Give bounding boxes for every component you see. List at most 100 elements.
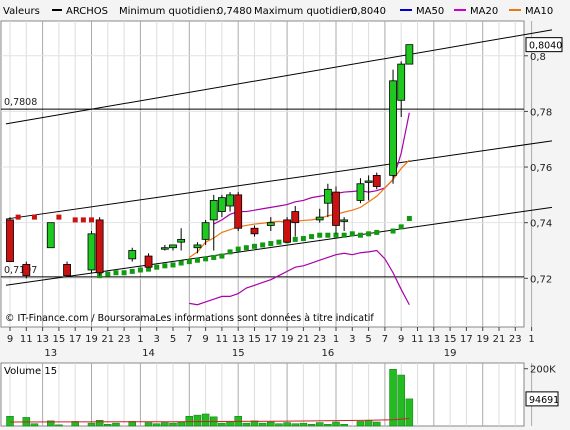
volume-bar	[193, 414, 202, 427]
volume-bar	[161, 422, 169, 427]
volume-bar	[315, 422, 324, 427]
candle-body	[209, 200, 218, 221]
candle-body	[315, 216, 324, 221]
x-tick-label: 17	[460, 334, 473, 345]
candle-body	[177, 238, 186, 243]
candle-body	[266, 222, 275, 226]
candle-body	[160, 247, 169, 250]
candle-body	[169, 244, 177, 249]
candle-body	[364, 180, 373, 183]
x-tick-label: 17	[264, 334, 277, 345]
volume-bar	[152, 423, 161, 427]
min-label: Minimum quotidien:	[119, 6, 219, 17]
volume-bar	[226, 421, 234, 427]
ma50-marker	[121, 270, 127, 276]
y-axis: 0,72 0,74 0,76 0,78 0,80,8040 200K 94691	[524, 37, 563, 407]
source-watermark: © IT-Finance.com / BoursoramaLes informa…	[5, 313, 374, 324]
candle-body	[22, 264, 31, 276]
volume-bar	[258, 422, 267, 427]
ma50-legend-label: MA50	[416, 6, 444, 17]
x-tick-label: 23	[118, 334, 131, 345]
ma50-marker	[235, 246, 241, 252]
ma50-marker	[260, 242, 266, 248]
ma50-marker	[194, 257, 200, 263]
ma50-marker	[186, 259, 192, 265]
volume-bar	[324, 424, 332, 427]
x-tick-label: 7	[186, 334, 192, 345]
candle-body	[291, 211, 300, 224]
volume-y-tick-label: 200K	[530, 365, 556, 376]
x-tick-label: 15	[53, 334, 66, 345]
x-tick-label: 11	[216, 334, 229, 345]
ma50-marker	[268, 241, 274, 247]
candle-body	[356, 183, 365, 201]
x-day-label: 15	[232, 348, 245, 359]
volume-bar	[201, 413, 210, 427]
price-chart: 0,78080,7197 0,720,740,760,780,80,804020…	[0, 6, 563, 427]
x-tick-label: 1	[333, 334, 339, 345]
candle-body	[128, 250, 137, 260]
ma50-marker	[129, 268, 135, 274]
candle-body	[63, 264, 71, 276]
ma50-marker	[137, 267, 143, 273]
x-tick-label: 21	[101, 334, 114, 345]
ma50-marker	[219, 253, 225, 259]
x-tick-label: 15	[248, 334, 261, 345]
ma50-marker	[203, 256, 209, 262]
x-tick-label: 19	[281, 334, 294, 345]
volume-bar	[169, 422, 177, 427]
ma50-marker	[211, 254, 217, 260]
ma50-marker	[162, 263, 168, 269]
volume-bar	[397, 374, 405, 427]
ma50-marker	[113, 270, 119, 276]
ma50-marker	[341, 232, 347, 238]
candle-body	[234, 194, 243, 229]
candle-body	[332, 191, 340, 226]
x-tick-label: 7	[382, 334, 388, 345]
candle-body	[226, 194, 234, 207]
volume-title: Volume 15	[4, 366, 57, 377]
ma10-legend-label: MA10	[525, 6, 553, 17]
volume-bar	[55, 424, 63, 427]
x-tick-label: 9	[7, 334, 13, 345]
y-tick-label: 0,76	[530, 163, 552, 174]
ma50-marker	[300, 236, 306, 242]
ma50-marker	[349, 231, 355, 237]
volume-bar	[242, 422, 251, 427]
ma50-marker	[357, 232, 363, 238]
volume-bar	[144, 422, 153, 427]
red-marker	[56, 214, 62, 220]
candle-body	[323, 188, 332, 204]
x-tick-label: 9	[398, 334, 404, 345]
y-tick-label: 0,72	[530, 274, 552, 285]
x-tick-label: 19	[85, 334, 98, 345]
y-tick-label: 0,78	[530, 107, 552, 118]
ma50-marker	[170, 262, 176, 268]
volume-bar	[307, 424, 316, 427]
ma50-marker	[398, 224, 404, 230]
ma50-marker	[154, 264, 160, 270]
volume-bar	[291, 423, 299, 427]
red-marker	[89, 217, 94, 223]
candle-body	[46, 222, 55, 249]
ma50-marker	[292, 236, 298, 242]
candle-body	[201, 222, 210, 240]
volume-bar	[87, 422, 96, 427]
x-tick-label: 19	[476, 334, 489, 345]
x-day-label: 19	[444, 348, 457, 359]
min-value: 0,7480	[217, 6, 252, 17]
x-tick-label: 3	[154, 334, 160, 345]
volume-bar	[373, 421, 381, 427]
ma50-marker	[390, 228, 396, 234]
x-tick-label: 9	[202, 334, 208, 345]
volume-bar	[267, 421, 275, 427]
ma50-marker	[227, 249, 233, 255]
candle-body	[250, 227, 259, 235]
x-tick-label: 13	[36, 334, 49, 345]
last-price-label: 0,8040	[529, 41, 562, 52]
x-tick-label: 5	[170, 334, 176, 345]
ma50-marker	[317, 232, 323, 238]
candle-body	[372, 174, 381, 187]
ma50-marker	[374, 229, 380, 235]
x-day-label: 13	[44, 348, 57, 359]
